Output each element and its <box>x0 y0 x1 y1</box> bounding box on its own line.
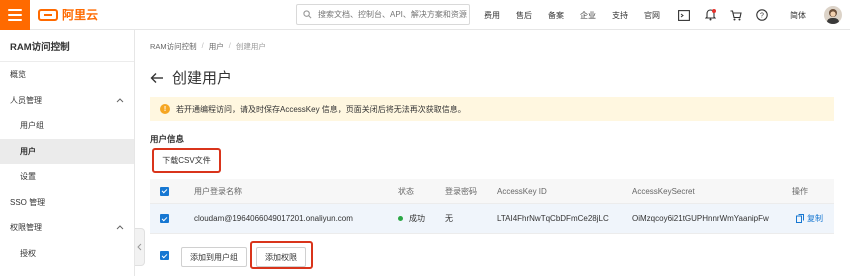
help-icon[interactable]: ? <box>756 9 768 21</box>
login-name-cell: cloudam@1964066049017201.onaliyun.com <box>194 214 353 223</box>
section-title: 用户信息 <box>150 134 185 144</box>
aliyun-logo-icon <box>38 8 58 21</box>
search-input[interactable] <box>318 10 468 19</box>
table-header: 用户登录名称 状态 登录密码 AccessKey ID AccessKeySec… <box>150 179 834 204</box>
sidebar-item-label: 用户 <box>20 146 36 156</box>
sidebar-item-label: 人员管理 <box>10 95 42 105</box>
sidebar-item-permission-management[interactable]: 权限管理 <box>0 215 134 241</box>
top-icons: ? <box>678 0 768 30</box>
top-nav: 费用 售后 备案 企业 支持 官网 <box>484 0 676 30</box>
header-status: 状态 <box>398 186 414 196</box>
nav-filing[interactable]: 备案 <box>548 10 564 21</box>
breadcrumb: RAM访问控制 / 用户 / 创建用户 <box>150 41 266 52</box>
nav-enterprise[interactable]: 企业 <box>580 10 596 21</box>
user-avatar[interactable] <box>824 6 842 24</box>
sidebar-item-sso[interactable]: SSO 管理 <box>0 190 134 216</box>
sidebar-item-label: SSO 管理 <box>10 197 46 207</box>
hamburger-menu-button[interactable] <box>0 0 30 30</box>
sidebar-item-users[interactable]: 用户 <box>0 138 134 164</box>
select-all-checkbox[interactable] <box>160 186 169 196</box>
chevron-left-icon <box>137 243 142 251</box>
table-row[interactable]: cloudam@1964066049017201.onaliyun.com 成功… <box>150 204 834 234</box>
breadcrumb-separator: / <box>228 41 231 50</box>
nav-after-sales[interactable]: 售后 <box>516 10 532 21</box>
access-key-id-cell: LTAI4FhrNwTqCbDFmCe28jLC <box>497 214 609 223</box>
sidebar-item-user-groups[interactable]: 用户组 <box>0 113 134 139</box>
notification-dot <box>712 9 716 13</box>
status-text: 成功 <box>409 214 425 223</box>
breadcrumb-ram[interactable]: RAM访问控制 <box>150 41 197 52</box>
aliyun-logo[interactable]: 阿里云 <box>38 6 98 23</box>
header-access-key-id: AccessKey ID <box>497 186 547 196</box>
page-title-text: 创建用户 <box>172 70 233 87</box>
bell-icon[interactable] <box>704 9 716 21</box>
breadcrumb-users[interactable]: 用户 <box>209 41 224 52</box>
row-checkbox[interactable] <box>160 214 169 223</box>
menu-line <box>8 18 22 21</box>
breadcrumb-separator: / <box>201 41 204 50</box>
sidebar-item-overview[interactable]: 概览 <box>0 62 134 88</box>
warning-alert: ! 若开通编程访问，请及时保存AccessKey 信息，页面关闭后将无法再次获取… <box>150 97 834 121</box>
success-status-dot <box>398 216 403 221</box>
copy-link[interactable]: 复制 <box>796 204 823 233</box>
nav-fees[interactable]: 费用 <box>484 10 500 21</box>
select-all-cell <box>160 179 169 203</box>
copy-icon <box>796 214 804 223</box>
header-password: 登录密码 <box>445 186 477 196</box>
download-csv-button[interactable]: 下载CSV文件 <box>162 155 211 166</box>
status-cell: 成功 <box>398 204 425 233</box>
password-cell: 无 <box>445 214 453 223</box>
sidebar-item-label: 权限管理 <box>10 223 42 233</box>
search-icon <box>303 10 312 19</box>
cart-icon[interactable] <box>730 9 742 21</box>
sidebar-item-label: 授权 <box>20 248 36 258</box>
nav-official-site[interactable]: 官网 <box>644 10 660 21</box>
page-title: 创建用户 <box>150 67 232 88</box>
add-permission-button[interactable]: 添加权限 <box>256 247 306 267</box>
user-table: 用户登录名称 状态 登录密码 AccessKey ID AccessKeySec… <box>150 179 834 234</box>
chevron-up-icon <box>116 225 124 230</box>
sidebar-item-settings[interactable]: 设置 <box>0 164 134 190</box>
access-key-secret-cell: OiMzqcoy6i21tGUPHnnrWmYaanipFw <box>632 214 769 223</box>
footer-actions: 添加到用户组 添加权限 <box>150 241 834 269</box>
chevron-up-icon <box>116 97 124 102</box>
copy-label: 复制 <box>807 214 823 223</box>
row-select-cell <box>160 204 169 233</box>
sidebar-title: RAM访问控制 <box>0 30 134 62</box>
add-to-group-button[interactable]: 添加到用户组 <box>181 247 247 267</box>
menu-line <box>8 8 22 11</box>
top-bar: 阿里云 费用 售后 备案 企业 支持 官网 ? 简体 <box>0 0 850 30</box>
global-search[interactable] <box>296 4 470 25</box>
sidebar-item-label: 概览 <box>10 70 26 80</box>
menu-line <box>8 13 22 16</box>
sidebar-item-label: 设置 <box>20 172 36 182</box>
sidebar: RAM访问控制 概览 人员管理 用户组 用户 设置 SSO 管理 权限管理 授权 <box>0 30 135 276</box>
logo-text: 阿里云 <box>62 8 99 22</box>
nav-support[interactable]: 支持 <box>612 10 628 21</box>
sidebar-item-authorization[interactable]: 授权 <box>0 241 134 267</box>
alert-text: 若开通编程访问，请及时保存AccessKey 信息，页面关闭后将无法再次获取信息… <box>176 104 466 114</box>
svg-text:?: ? <box>760 13 764 20</box>
header-access-key-secret: AccessKeySecret <box>632 186 695 196</box>
download-csv-highlight: 下载CSV文件 <box>152 148 221 173</box>
sidebar-item-people-management[interactable]: 人员管理 <box>0 88 134 114</box>
warning-icon: ! <box>160 104 170 114</box>
language-switch[interactable]: 简体 <box>790 0 806 30</box>
table-footer: 添加到用户组 添加权限 <box>150 240 834 270</box>
header-login-name: 用户登录名称 <box>194 186 242 196</box>
back-arrow-icon[interactable] <box>150 72 164 84</box>
sidebar-item-label: 用户组 <box>20 121 44 131</box>
breadcrumb-current: 创建用户 <box>235 42 266 51</box>
terminal-icon[interactable] <box>678 9 690 21</box>
main-content: RAM访问控制 / 用户 / 创建用户 创建用户 ! 若开通编程访问，请及时保存… <box>150 30 840 276</box>
header-action: 操作 <box>792 186 808 196</box>
sidebar-collapse-toggle[interactable] <box>135 228 145 266</box>
